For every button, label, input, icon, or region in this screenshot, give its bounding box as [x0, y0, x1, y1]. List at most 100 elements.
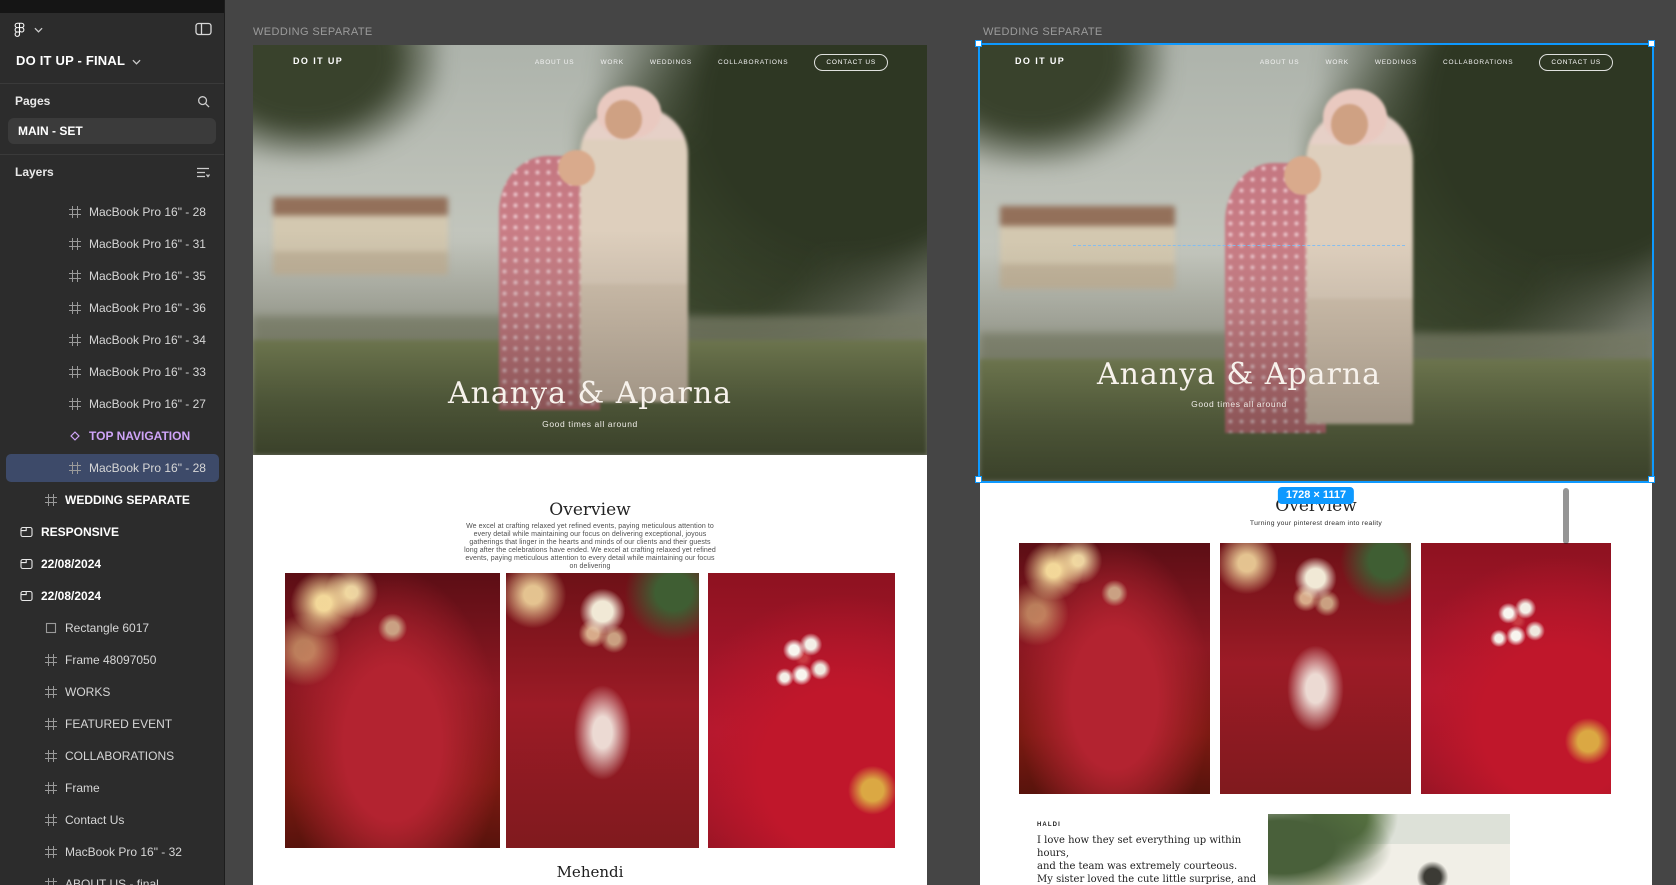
- chevron-down-icon[interactable]: [132, 53, 141, 68]
- nav-item[interactable]: WEDDINGS: [650, 59, 692, 66]
- page-item-main-set[interactable]: MAIN - SET: [8, 118, 216, 144]
- layer-label: MacBook Pro 16" - 36: [89, 301, 206, 315]
- layer-label: MacBook Pro 16" - 27: [89, 397, 206, 411]
- layers-list: MacBook Pro 16" - 28 MacBook Pro 16" - 31…: [0, 198, 225, 885]
- left-sidebar: DO IT UP - FINAL Pages MAIN - SET Layers: [0, 0, 225, 885]
- canvas-scrollbar-thumb[interactable]: [1563, 488, 1569, 544]
- contact-us-button[interactable]: CONTACT US: [814, 54, 888, 71]
- nav-item[interactable]: WORK: [600, 59, 623, 66]
- photo-bangles-petals[interactable]: [708, 573, 895, 848]
- layer-label: MacBook Pro 16" - 33: [89, 365, 206, 379]
- layer-label: MacBook Pro 16" - 28: [89, 461, 206, 475]
- frame-icon: [44, 782, 57, 795]
- layer-row[interactable]: MacBook Pro 16" - 27: [0, 390, 225, 418]
- photo-bangles-petals[interactable]: [1421, 543, 1611, 794]
- layer-row[interactable]: MacBook Pro 16" - 32: [0, 838, 225, 866]
- frame-icon: [44, 878, 57, 885]
- photo-bride-red-lehenga[interactable]: [1019, 543, 1210, 794]
- layer-label: MacBook Pro 16" - 35: [89, 269, 206, 283]
- page-item-label: MAIN - SET: [18, 124, 83, 138]
- layer-row[interactable]: MacBook Pro 16" - 28: [0, 198, 225, 226]
- overview-title[interactable]: Overview: [253, 500, 927, 520]
- layer-label: RESPONSIVE: [41, 525, 119, 539]
- nav-items[interactable]: ABOUT US WORK WEDDINGS COLLABORATIONS: [1260, 59, 1513, 66]
- nav-item[interactable]: COLLABORATIONS: [718, 59, 788, 66]
- layer-row[interactable]: TOP NAVIGATION: [0, 422, 225, 450]
- selection-handle-top-right[interactable]: [1648, 40, 1655, 47]
- layer-row[interactable]: MacBook Pro 16" - 36: [0, 294, 225, 322]
- layer-row[interactable]: MacBook Pro 16" - 33: [0, 358, 225, 386]
- hero-photo-couple-garden: [980, 45, 1652, 481]
- hero-section[interactable]: DO IT UP ABOUT US WORK WEDDINGS COLLABORATI…: [253, 45, 927, 455]
- project-name-row[interactable]: DO IT UP - FINAL: [0, 45, 224, 75]
- layer-label: WORKS: [65, 685, 110, 699]
- site-logo[interactable]: DO IT UP: [1015, 56, 1065, 66]
- layer-row[interactable]: MacBook Pro 16" - 34: [0, 326, 225, 354]
- frame-icon: [68, 270, 81, 283]
- layer-row[interactable]: WORKS: [0, 678, 225, 706]
- layer-row[interactable]: Rectangle 6017: [0, 614, 225, 642]
- frame-icon: [68, 366, 81, 379]
- layer-label: TOP NAVIGATION: [89, 429, 190, 443]
- gallery-heading[interactable]: Mehendi: [253, 863, 927, 881]
- layer-row[interactable]: Frame: [0, 774, 225, 802]
- haldi-quote[interactable]: I love how they set everything up within…: [1037, 834, 1262, 885]
- layer-row[interactable]: FEATURED EVENT: [0, 710, 225, 738]
- layer-label: 22/08/2024: [41, 557, 101, 571]
- photo-couple-garlands[interactable]: [1220, 543, 1411, 794]
- layer-label: MacBook Pro 16" - 31: [89, 237, 206, 251]
- selection-handle-bottom-right[interactable]: [1648, 476, 1655, 483]
- layer-label: Contact Us: [65, 813, 124, 827]
- layer-row[interactable]: MacBook Pro 16" - 28: [6, 454, 219, 482]
- layer-row[interactable]: MacBook Pro 16" - 31: [0, 230, 225, 258]
- figma-window: DO IT UP - FINAL Pages MAIN - SET Layers: [0, 0, 1676, 885]
- frame-icon: [68, 206, 81, 219]
- selection-handle-bottom-left[interactable]: [975, 476, 982, 483]
- layer-label: 22/08/2024: [41, 589, 101, 603]
- layer-row[interactable]: 22/08/2024: [0, 582, 225, 610]
- layer-label: WEDDING SEPARATE: [65, 493, 190, 507]
- haldi-label[interactable]: HALDI: [1037, 822, 1061, 828]
- frame-label-right[interactable]: WEDDING SEPARATE: [983, 26, 1103, 38]
- overview-tagline[interactable]: Turning your pinterest dream into realit…: [980, 520, 1652, 527]
- layer-label: COLLABORATIONS: [65, 749, 174, 763]
- panel-toggle-icon[interactable]: [195, 22, 212, 36]
- layer-row[interactable]: RESPONSIVE: [0, 518, 225, 546]
- layer-row[interactable]: COLLABORATIONS: [0, 742, 225, 770]
- layer-row[interactable]: Contact Us: [0, 806, 225, 834]
- design-frame-wedding-right[interactable]: DO IT UP ABOUT US WORK WEDDINGS COLLABORATI…: [980, 45, 1652, 885]
- photo-couple-garlands[interactable]: [506, 573, 699, 848]
- site-nav: ABOUT US WORK WEDDINGS COLLABORATIONS CONTA…: [535, 54, 888, 71]
- layer-row[interactable]: WEDDING SEPARATE: [0, 486, 225, 514]
- layer-row[interactable]: ABOUT US - final: [0, 870, 225, 885]
- overview-paragraph[interactable]: We excel at crafting relaxed yet refined…: [464, 523, 716, 570]
- pages-header: Pages: [15, 94, 50, 108]
- nav-item[interactable]: ABOUT US: [535, 59, 575, 66]
- hero-section[interactable]: DO IT UP ABOUT US WORK WEDDINGS COLLABORATI…: [980, 45, 1652, 481]
- figma-logo-icon[interactable]: [12, 22, 27, 37]
- photo-haldi-venue-building[interactable]: [1268, 814, 1510, 885]
- haldi-quote-line: My sister loved the cute little surprise…: [1037, 873, 1262, 885]
- contact-us-button[interactable]: CONTACT US: [1539, 54, 1613, 71]
- layer-label: MacBook Pro 16" - 28: [89, 205, 206, 219]
- chevron-down-icon[interactable]: [34, 20, 43, 38]
- nav-items[interactable]: ABOUT US WORK WEDDINGS COLLABORATIONS: [535, 59, 788, 66]
- selection-handle-top-left[interactable]: [975, 40, 982, 47]
- layer-row[interactable]: 22/08/2024: [0, 550, 225, 578]
- layer-row[interactable]: Frame 48097050: [0, 646, 225, 674]
- frame-icon: [68, 238, 81, 251]
- frame-icon: [68, 462, 81, 475]
- nav-item[interactable]: WEDDINGS: [1375, 59, 1417, 66]
- frame-label-left[interactable]: WEDDING SEPARATE: [253, 26, 373, 38]
- layer-row[interactable]: MacBook Pro 16" - 35: [0, 262, 225, 290]
- photo-bride-red-lehenga[interactable]: [285, 573, 500, 848]
- site-logo[interactable]: DO IT UP: [293, 56, 343, 66]
- frame-icon: [68, 398, 81, 411]
- nav-item[interactable]: WORK: [1325, 59, 1348, 66]
- layer-options-icon[interactable]: [196, 167, 210, 178]
- layer-label: FEATURED EVENT: [65, 717, 172, 731]
- nav-item[interactable]: COLLABORATIONS: [1443, 59, 1513, 66]
- nav-item[interactable]: ABOUT US: [1260, 59, 1300, 66]
- search-icon[interactable]: [197, 95, 210, 108]
- design-frame-wedding-left[interactable]: DO IT UP ABOUT US WORK WEDDINGS COLLABORATI…: [253, 45, 927, 885]
